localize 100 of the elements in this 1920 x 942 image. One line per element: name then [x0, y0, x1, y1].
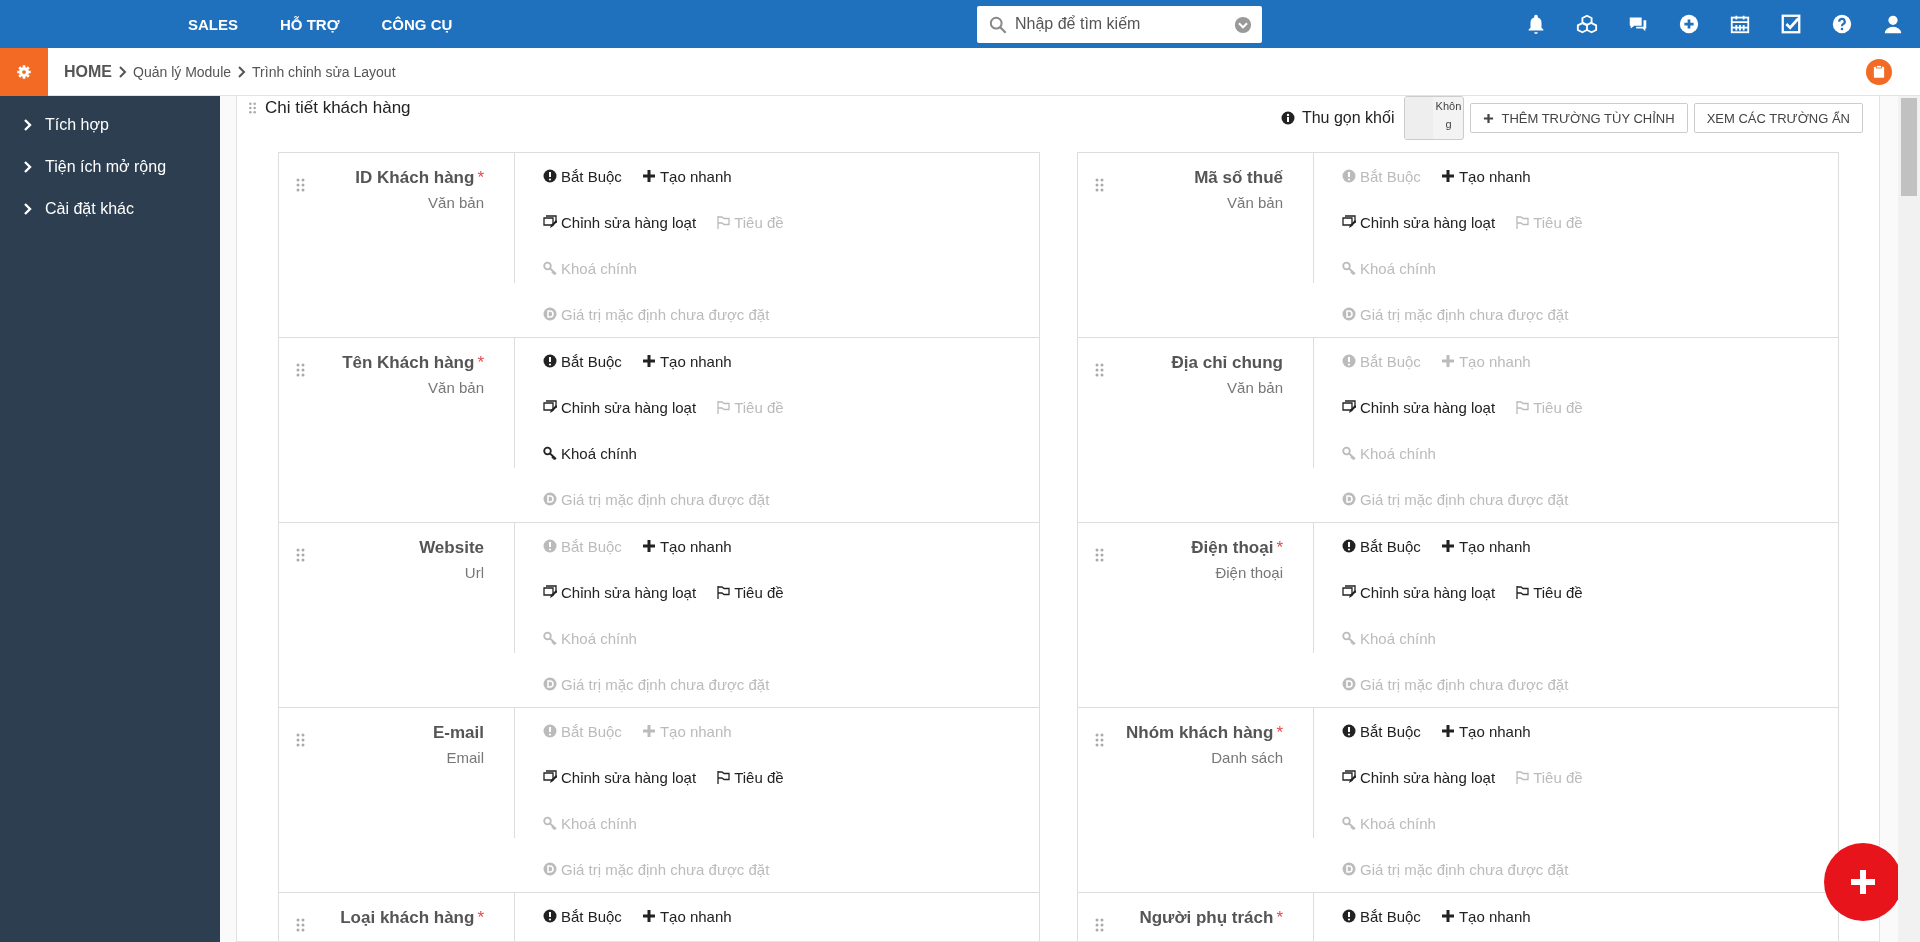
- drag-handle-icon[interactable]: [1095, 733, 1104, 747]
- option-toggle[interactable]: Chỉnh sửa hàng loạt: [1342, 398, 1496, 416]
- chevron-right-icon: [23, 203, 32, 215]
- field-name: Điện thoại: [1191, 538, 1274, 557]
- option-toggle[interactable]: Tạo nhanh: [641, 352, 732, 370]
- option-toggle[interactable]: Tạo nhanh: [1440, 167, 1531, 185]
- option-toggle[interactable]: Tạo nhanh: [1440, 722, 1531, 740]
- drag-handle-icon[interactable]: [296, 733, 305, 747]
- option-toggle[interactable]: Tiêu đề: [716, 768, 784, 786]
- scrollbar[interactable]: [1898, 96, 1920, 942]
- show-hidden-button[interactable]: XEM CÁC TRƯỜNG ẨN: [1693, 103, 1863, 133]
- plus-circle-icon[interactable]: [1678, 13, 1700, 35]
- chevron-right-icon: [118, 65, 127, 78]
- chevron-right-icon: [237, 65, 247, 78]
- flag-icon: [716, 585, 731, 599]
- flag-icon: [1515, 770, 1530, 784]
- plus-icon: [1848, 867, 1878, 897]
- option-toggle[interactable]: Chỉnh sửa hàng loạt: [1342, 213, 1496, 231]
- nav-link[interactable]: HỖ TRỢ: [280, 15, 340, 33]
- option-toggle[interactable]: Tạo nhanh: [1440, 907, 1531, 925]
- search-field[interactable]: Nhập để tìm kiếm: [977, 5, 1262, 43]
- toggle-switch[interactable]: Không: [1404, 96, 1465, 140]
- user-icon[interactable]: [1882, 13, 1904, 35]
- key-icon: [1342, 446, 1356, 460]
- exclamation-circle-icon: [1342, 539, 1356, 553]
- drag-handle-icon[interactable]: [1095, 178, 1104, 192]
- nav-link[interactable]: SALES: [188, 15, 238, 33]
- field-name: Nhóm khách hàng: [1126, 723, 1274, 742]
- breadcrumb-link[interactable]: HOME: [64, 62, 112, 81]
- nav-link[interactable]: CÔNG CỤ: [381, 15, 453, 33]
- field-type: Url: [463, 564, 484, 581]
- option-toggle[interactable]: Chỉnh sửa hàng loạt: [1342, 768, 1496, 786]
- plus-icon: [1440, 909, 1455, 923]
- option-toggle[interactable]: Bắt Buộc: [543, 907, 622, 925]
- exclamation-circle-icon: [543, 169, 557, 183]
- drag-handle-icon[interactable]: [296, 363, 305, 377]
- clipboard-button[interactable]: [1866, 58, 1892, 85]
- help-icon[interactable]: [1831, 13, 1853, 35]
- key-icon: [1342, 261, 1356, 275]
- circle-badge-icon: [543, 862, 557, 876]
- settings-button[interactable]: [0, 47, 48, 96]
- drag-handle-icon[interactable]: [1095, 918, 1104, 932]
- exclamation-circle-icon: [1342, 724, 1356, 738]
- breadcrumb-link[interactable]: Trình chỉnh sửa Layout: [252, 63, 396, 80]
- option-toggle[interactable]: Chỉnh sửa hàng loạt: [543, 768, 697, 786]
- scroll-thumb[interactable]: [1901, 98, 1917, 196]
- calendar-icon[interactable]: [1729, 13, 1751, 35]
- circle-badge-icon: [543, 307, 557, 321]
- plus-icon: [1440, 539, 1455, 553]
- option-toggle[interactable]: Chỉnh sửa hàng loạt: [543, 583, 697, 601]
- dropdown-icon[interactable]: [1234, 15, 1252, 34]
- required-mark: *: [1276, 538, 1283, 557]
- option-toggle[interactable]: Bắt Buộc: [1342, 537, 1421, 555]
- drag-handle-icon[interactable]: [296, 918, 305, 932]
- chevron-right-icon: [23, 119, 32, 131]
- field-name: Tên Khách hàng: [342, 353, 475, 372]
- plus-icon: [1440, 169, 1455, 183]
- option-toggle[interactable]: Tạo nhanh: [641, 167, 732, 185]
- option-toggle[interactable]: Tiêu đề: [1515, 583, 1583, 601]
- breadcrumb-link[interactable]: Quản lý Module: [133, 63, 232, 80]
- option-toggle[interactable]: Chỉnh sửa hàng loạt: [1342, 583, 1496, 601]
- cubes-icon[interactable]: [1576, 13, 1598, 35]
- required-mark: *: [477, 908, 484, 927]
- info-icon: [1280, 111, 1295, 125]
- option-toggle[interactable]: Bắt Buộc: [543, 352, 622, 370]
- plus-icon: [641, 539, 656, 553]
- block-title: Chi tiết khách hàng: [265, 98, 411, 118]
- flag-icon: [1515, 585, 1530, 599]
- option-toggle[interactable]: Khoá chính: [543, 444, 637, 462]
- option-toggle[interactable]: Tạo nhanh: [1440, 537, 1531, 555]
- sidebar-item[interactable]: Tiện ích mở rộng: [0, 146, 220, 188]
- option-toggle[interactable]: Chỉnh sửa hàng loạt: [543, 398, 697, 416]
- pencil-stack-icon: [1342, 215, 1356, 229]
- option-toggle[interactable]: Tạo nhanh: [641, 907, 732, 925]
- field-name: Địa chỉ chung: [1171, 353, 1283, 372]
- add-field-button[interactable]: THÊM TRƯỜNG TÙY CHỈNH: [1470, 103, 1688, 133]
- exclamation-circle-icon: [543, 354, 557, 368]
- drag-handle-icon[interactable]: [296, 178, 305, 192]
- pencil-stack-icon: [543, 215, 557, 229]
- search-icon: [989, 15, 1007, 34]
- option-toggle[interactable]: Chỉnh sửa hàng loạt: [543, 213, 697, 231]
- option-toggle[interactable]: Tạo nhanh: [641, 537, 732, 555]
- circle-badge-icon: [1342, 492, 1356, 506]
- drag-handle-icon[interactable]: [1095, 548, 1104, 562]
- key-icon: [543, 261, 557, 275]
- drag-handle-icon[interactable]: [296, 548, 305, 562]
- drag-handle-icon[interactable]: [1095, 363, 1104, 377]
- checkbox-icon[interactable]: [1780, 13, 1802, 35]
- sidebar-item[interactable]: Tích hợp: [0, 104, 220, 146]
- option-toggle[interactable]: Tiêu đề: [716, 583, 784, 601]
- field-name: Loại khách hàng: [340, 908, 475, 927]
- field-name: ID Khách hàng: [355, 168, 475, 187]
- sidebar-item[interactable]: Cài đặt khác: [0, 188, 220, 230]
- option-toggle[interactable]: Bắt Buộc: [1342, 722, 1421, 740]
- option-toggle[interactable]: Bắt Buộc: [543, 167, 622, 185]
- field-type: Văn bản: [427, 379, 484, 396]
- option-toggle[interactable]: Bắt Buộc: [1342, 907, 1421, 925]
- pencil-stack-icon: [1342, 400, 1356, 414]
- pencil-stack-icon: [543, 400, 557, 414]
- circle-badge-icon: [1342, 677, 1356, 691]
